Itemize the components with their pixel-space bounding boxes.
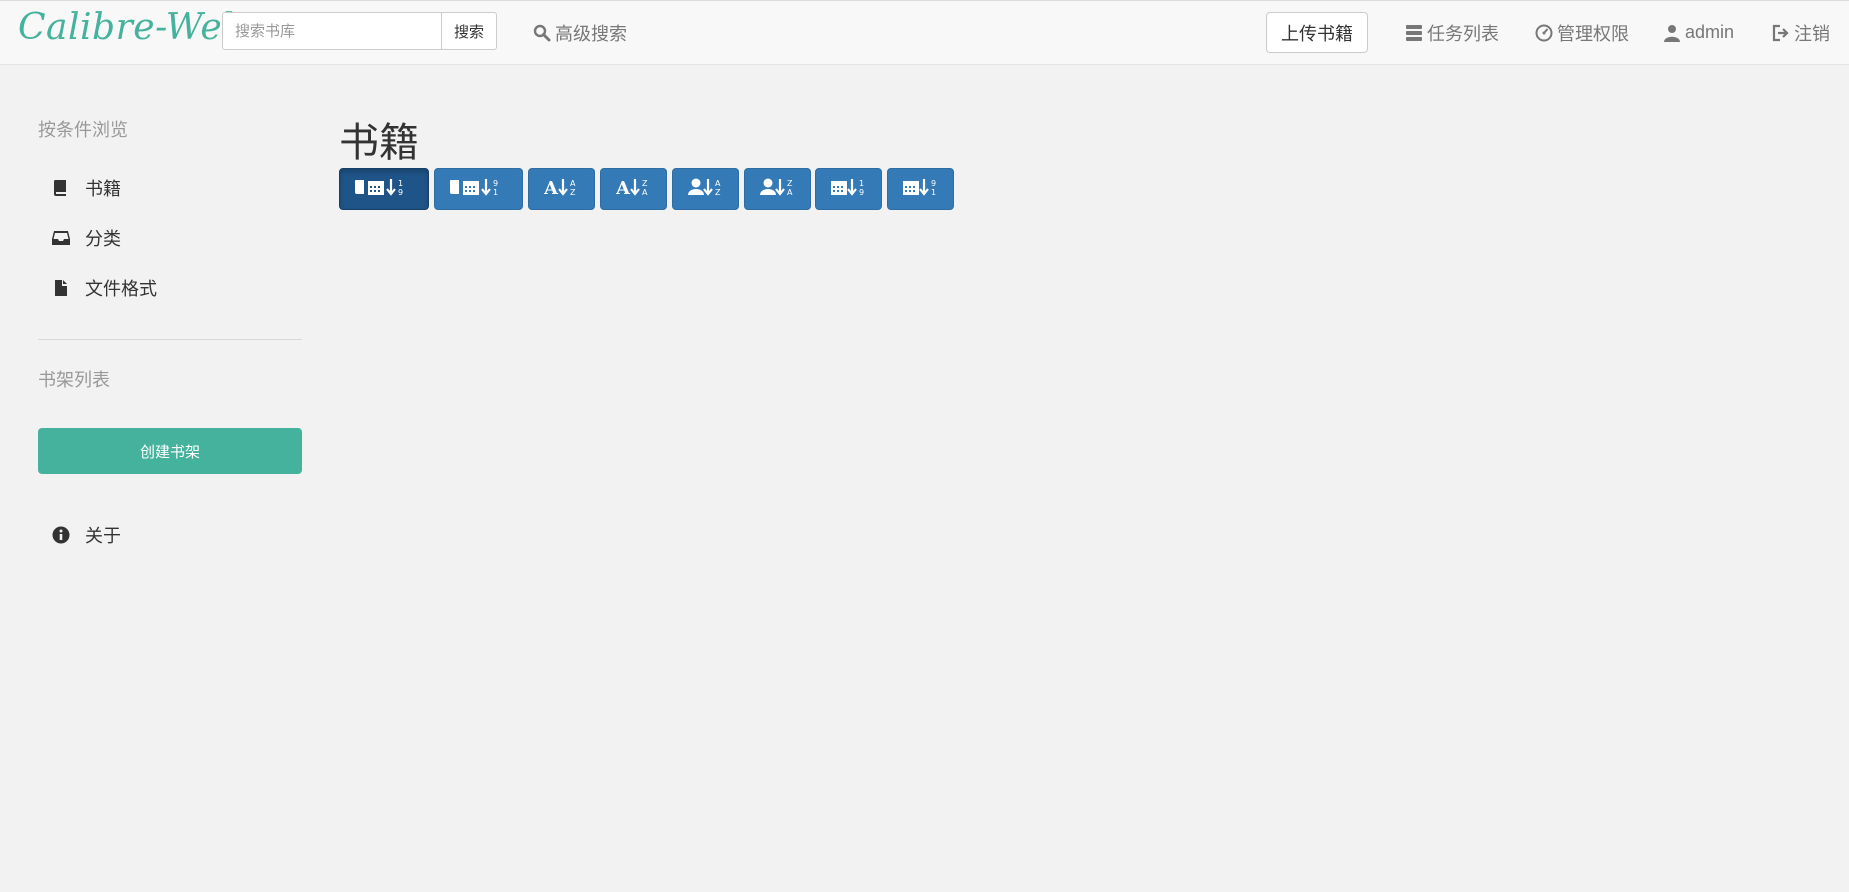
logout-label: 注销 bbox=[1794, 23, 1830, 44]
search-button[interactable]: 搜索 bbox=[441, 12, 497, 50]
sort-title-za-icon: A Z A bbox=[615, 177, 652, 202]
svg-text:A: A bbox=[544, 178, 559, 197]
tasks-link[interactable]: 任务列表 bbox=[1405, 1, 1499, 64]
sort-oldest-button[interactable]: 9 1 bbox=[434, 168, 523, 210]
browse-heading: 按条件浏览 bbox=[38, 120, 128, 140]
advanced-search-label: 高级搜索 bbox=[555, 23, 627, 44]
navbar: Calibre-Web 搜索 高级搜索 上传书籍 任务列表 管理权限 admin… bbox=[0, 0, 1849, 65]
sort-author-za-button[interactable]: Z A bbox=[744, 168, 811, 210]
svg-text:1: 1 bbox=[493, 188, 498, 197]
search-icon bbox=[533, 24, 551, 42]
brand-logo[interactable]: Calibre-Web bbox=[18, 7, 246, 48]
sort-pubdate-asc-button[interactable]: 1 9 bbox=[815, 168, 882, 210]
advanced-search-link[interactable]: 高级搜索 bbox=[533, 1, 627, 64]
admin-link[interactable]: 管理权限 bbox=[1535, 1, 1629, 64]
sort-author-az-icon: A Z bbox=[687, 177, 724, 202]
svg-text:9: 9 bbox=[398, 188, 403, 197]
search-input[interactable] bbox=[222, 12, 441, 50]
svg-text:9: 9 bbox=[493, 179, 498, 188]
svg-text:Z: Z bbox=[715, 188, 721, 197]
tasks-icon bbox=[1405, 24, 1423, 42]
sort-book-date-desc-icon: 9 1 bbox=[448, 177, 510, 202]
search-form: 搜索 bbox=[222, 12, 497, 50]
sidebar-item-about[interactable]: 关于 bbox=[38, 515, 302, 555]
info-icon bbox=[50, 526, 72, 544]
user-profile-link[interactable]: admin bbox=[1663, 1, 1734, 64]
logout-icon bbox=[1772, 24, 1790, 42]
svg-text:Z: Z bbox=[642, 179, 648, 188]
user-icon bbox=[1663, 24, 1681, 42]
sort-book-date-asc-icon: 1 9 bbox=[353, 177, 415, 202]
svg-text:Z: Z bbox=[570, 188, 576, 197]
create-shelf-button[interactable]: 创建书架 bbox=[38, 428, 302, 474]
sort-title-za-button[interactable]: A Z A bbox=[600, 168, 667, 210]
sort-pubdate-desc-button[interactable]: 9 1 bbox=[887, 168, 954, 210]
sort-pubdate-desc-icon: 9 1 bbox=[902, 177, 939, 202]
tasks-label: 任务列表 bbox=[1427, 23, 1499, 44]
sidebar-item-label: 文件格式 bbox=[85, 279, 157, 299]
shelves-heading: 书架列表 bbox=[38, 370, 110, 390]
sidebar-item-label: 分类 bbox=[85, 229, 121, 249]
sidebar-item-categories[interactable]: 分类 bbox=[38, 218, 302, 258]
svg-text:A: A bbox=[787, 188, 793, 197]
book-icon bbox=[50, 179, 72, 197]
svg-text:A: A bbox=[642, 188, 648, 197]
dashboard-icon bbox=[1535, 24, 1553, 42]
page-title: 书籍 bbox=[339, 121, 419, 165]
sidebar-divider bbox=[38, 339, 302, 340]
svg-text:9: 9 bbox=[859, 188, 864, 197]
svg-text:A: A bbox=[715, 179, 721, 188]
svg-text:9: 9 bbox=[931, 179, 936, 188]
sidebar-item-books[interactable]: 书籍 bbox=[38, 168, 302, 208]
sidebar-item-label: 关于 bbox=[85, 526, 121, 546]
sort-title-az-icon: A A Z bbox=[543, 177, 580, 202]
user-label: admin bbox=[1685, 22, 1735, 42]
sort-author-za-icon: Z A bbox=[759, 177, 796, 202]
file-icon bbox=[50, 279, 72, 297]
svg-text:1: 1 bbox=[398, 179, 403, 188]
logout-link[interactable]: 注销 bbox=[1772, 1, 1830, 64]
sidebar-item-label: 书籍 bbox=[85, 179, 121, 199]
sort-newest-button[interactable]: 1 9 bbox=[339, 168, 429, 210]
sidebar-item-formats[interactable]: 文件格式 bbox=[38, 268, 302, 308]
admin-label: 管理权限 bbox=[1557, 23, 1629, 44]
svg-text:1: 1 bbox=[859, 179, 864, 188]
sort-pubdate-asc-icon: 1 9 bbox=[830, 177, 867, 202]
sort-author-az-button[interactable]: A Z bbox=[672, 168, 739, 210]
sort-title-az-button[interactable]: A A Z bbox=[528, 168, 595, 210]
inbox-icon bbox=[50, 230, 72, 246]
svg-text:A: A bbox=[570, 179, 576, 188]
upload-book-button[interactable]: 上传书籍 bbox=[1266, 12, 1368, 53]
svg-text:1: 1 bbox=[931, 188, 936, 197]
svg-text:Z: Z bbox=[787, 179, 793, 188]
svg-text:A: A bbox=[616, 178, 631, 197]
